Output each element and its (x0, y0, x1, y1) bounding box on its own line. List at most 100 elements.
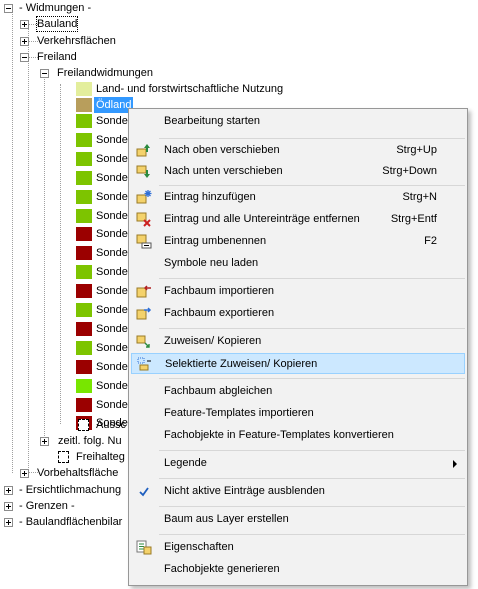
color-swatch (76, 189, 92, 204)
menu-item-label: Fachobjekte generieren (164, 563, 280, 575)
add-entry-icon (136, 190, 152, 204)
menu-item-import-templates[interactable]: Feature-Templates importieren (131, 403, 465, 424)
color-swatch (76, 132, 92, 147)
menu-item-label: Symbole neu laden (164, 257, 259, 269)
menu-item-label: Fachbaum importieren (164, 285, 275, 297)
tree-node-label: Sonde (96, 247, 128, 260)
menu-item-convert-templates[interactable]: Fachobjekte in Feature-Templates konvert… (131, 425, 465, 446)
tree-node-label: Sonde (96, 398, 128, 411)
menu-item-add-entry[interactable]: Eintrag hinzufügen Strg+N (131, 187, 465, 208)
assign-copy-icon (136, 335, 150, 348)
menu-separator (159, 478, 465, 479)
tree-node-label: Sonde (96, 266, 128, 279)
color-swatch (76, 340, 92, 355)
expand-toggle[interactable] (20, 37, 29, 46)
menu-item-shortcut: Strg+N (402, 191, 437, 203)
placeholder-symbol-icon (78, 419, 89, 431)
menu-item-assign-selected[interactable]: Selektierte Zuweisen/ Kopieren (131, 353, 465, 374)
color-swatch (76, 98, 92, 112)
menu-item-remove-entry[interactable]: Eintrag und alle Untereinträge entfernen… (131, 209, 465, 230)
tree-node-label: Sonde (96, 285, 128, 298)
color-swatch (76, 359, 92, 374)
placeholder-symbol-icon (58, 451, 69, 463)
menu-item-label: Legende (164, 457, 207, 469)
menu-item-label: Selektierte Zuweisen/ Kopieren (165, 358, 318, 370)
menu-item-label: Zuweisen/ Kopieren (164, 335, 262, 347)
menu-item-label: Eintrag umbenennen (164, 235, 267, 247)
tree-node-label: - Grenzen - (19, 500, 75, 512)
expand-toggle[interactable] (4, 518, 13, 527)
tree-node-label: Sonde (96, 304, 128, 316)
tree-node-label: Freiland (37, 51, 77, 63)
menu-item-hide-inactive[interactable]: Nicht aktive Einträge ausblenden (131, 481, 465, 502)
menu-item-reload-symbols[interactable]: Symbole neu laden (131, 253, 465, 274)
menu-item-label: Nach unten verschieben (164, 165, 283, 177)
menu-item-rename-entry[interactable]: Eintrag umbenennen F2 (131, 231, 465, 252)
remove-entry-icon (136, 212, 151, 227)
menu-item-import-tree[interactable]: Fachbaum importieren (131, 281, 465, 302)
menu-separator (159, 378, 465, 379)
checkmark-icon (139, 487, 149, 497)
menu-separator (159, 278, 465, 279)
collapse-toggle[interactable] (20, 53, 29, 62)
expand-toggle[interactable] (4, 486, 13, 495)
menu-item-label: Fachobjekte in Feature-Templates konvert… (164, 429, 394, 441)
export-tree-icon (136, 307, 152, 320)
menu-item-label: Eintrag hinzufügen (164, 191, 256, 203)
tree-node-label: - Baulandflächenbilar (19, 516, 123, 528)
color-swatch (76, 227, 92, 242)
tree-node-label: Bauland (36, 16, 79, 32)
tree-node-label: Sonde (96, 115, 128, 127)
color-swatch (76, 246, 92, 261)
menu-item-assign-copy[interactable]: Zuweisen/ Kopieren (131, 331, 465, 352)
color-swatch (76, 321, 92, 336)
menu-separator (159, 185, 465, 186)
collapse-toggle[interactable] (4, 4, 13, 13)
tree-node-label: Land- und forstwirtschaftliche Nutzung (96, 83, 284, 95)
tree-node-label: Sonde (96, 133, 128, 146)
expand-toggle[interactable] (4, 502, 13, 511)
menu-item-export-tree[interactable]: Fachbaum exportieren (131, 303, 465, 324)
expand-toggle[interactable] (40, 437, 49, 446)
color-swatch (76, 265, 92, 280)
menu-item-label: Fachbaum exportieren (164, 307, 275, 319)
menu-item-label: Eigenschaften (164, 541, 234, 553)
move-down-icon (136, 165, 150, 178)
color-swatch (76, 208, 92, 223)
tree-node-label: Verkehrsflächen (37, 35, 116, 47)
assign-selected-icon (137, 357, 151, 371)
menu-item-label: Eintrag und alle Untereinträge entfernen (164, 213, 360, 225)
menu-item-start-editing[interactable]: Bearbeitung starten (131, 111, 465, 132)
tree-node-label: Sonde (96, 152, 128, 165)
menu-item-label: Baum aus Layer erstellen (164, 513, 289, 525)
tree-node-label: Sonde (96, 171, 128, 184)
context-menu: Bearbeitung starten Nach oben verschiebe… (128, 108, 468, 586)
menu-item-legend[interactable]: Legende (131, 453, 465, 474)
tree-node-label: Sonde (96, 228, 128, 241)
expand-toggle[interactable] (20, 20, 29, 29)
color-swatch (76, 151, 92, 166)
tree-node-label: Sonde (96, 360, 128, 373)
menu-item-sync-tree[interactable]: Fachbaum abgleichen (131, 381, 465, 402)
menu-item-label: Feature-Templates importieren (164, 407, 314, 419)
menu-item-move-down[interactable]: Nach unten verschieben Strg+Down (131, 161, 465, 182)
color-swatch (76, 303, 92, 317)
color-swatch (76, 170, 92, 185)
color-swatch (76, 114, 92, 128)
rename-entry-icon (136, 234, 152, 249)
tree-node-label: Sonde (96, 190, 128, 203)
menu-item-move-up[interactable]: Nach oben verschieben Strg+Up (131, 140, 465, 161)
menu-item-shortcut: F2 (424, 235, 437, 247)
menu-separator (159, 138, 465, 139)
menu-item-generate-objects[interactable]: Fachobjekte generieren (131, 559, 465, 580)
tree-node-label: zeitl. folg. Nu (58, 435, 122, 447)
collapse-toggle[interactable] (40, 69, 49, 78)
menu-item-tree-from-layer[interactable]: Baum aus Layer erstellen (131, 509, 465, 530)
tree-node-label: - Ersichtlichmachung (19, 484, 122, 496)
expand-toggle[interactable] (20, 469, 29, 478)
tree-node-label: Sonde (96, 341, 128, 354)
tree-node-label: Sonde (96, 322, 128, 335)
menu-item-label: Fachbaum abgleichen (164, 385, 273, 397)
menu-item-shortcut: Strg+Down (382, 165, 437, 177)
menu-item-properties[interactable]: Eigenschaften (131, 537, 465, 558)
